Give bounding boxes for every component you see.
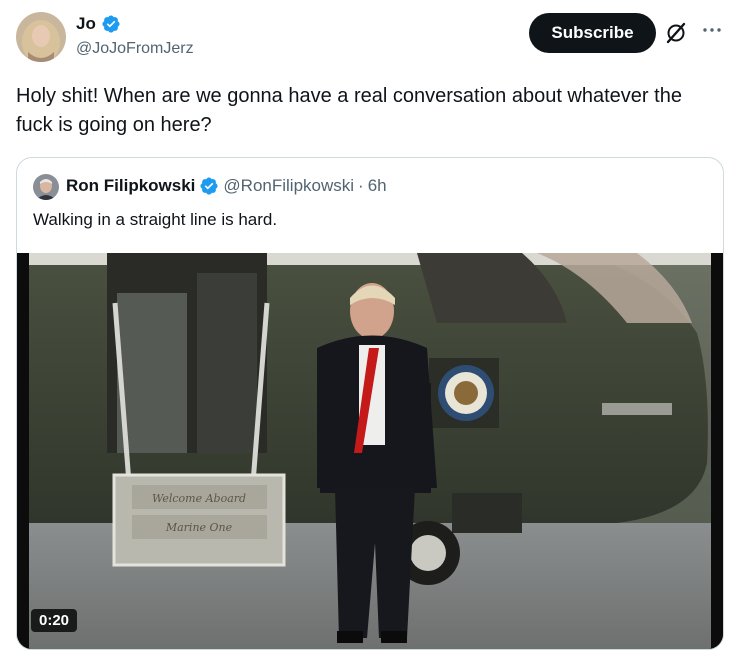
tweet-text: Holy shit! When are we gonna have a real… [16, 85, 682, 136]
stair-sign-marine-one: Marine One [165, 521, 233, 534]
video-duration-badge: 0:20 [31, 609, 78, 632]
quoted-author-avatar[interactable] [33, 174, 59, 200]
grok-icon[interactable] [665, 22, 687, 44]
quoted-text: Walking in a straight line is hard. [33, 210, 278, 229]
video-frame: Welcome Aboard Marine One [17, 253, 723, 649]
quoted-tweet[interactable]: Ron Filipkowski @RonFilipkowski · 6h Wal… [16, 157, 724, 650]
subscribe-button[interactable]: Subscribe [529, 13, 656, 53]
author-handle[interactable]: @JoJoFromJerz [76, 40, 194, 58]
separator-dot: · [358, 176, 364, 195]
quoted-author-handle[interactable]: @RonFilipkowski [223, 176, 354, 196]
author-avatar[interactable] [16, 12, 66, 62]
quoted-avatar-image [33, 174, 59, 200]
author-name-row: Jo [76, 14, 121, 34]
quoted-header: Ron Filipkowski @RonFilipkowski · 6h [66, 176, 387, 196]
verified-badge-icon [101, 14, 121, 34]
avatar-image [16, 12, 66, 62]
author-name[interactable]: Jo [76, 14, 96, 34]
video-player[interactable]: Welcome Aboard Marine One 0:20 [17, 253, 723, 649]
quoted-author-name[interactable]: Ron Filipkowski [66, 176, 195, 196]
verified-badge-icon [199, 176, 219, 196]
quoted-timestamp[interactable]: 6h [368, 176, 387, 196]
more-icon[interactable] [700, 18, 724, 42]
stair-sign-welcome: Welcome Aboard [152, 492, 246, 505]
